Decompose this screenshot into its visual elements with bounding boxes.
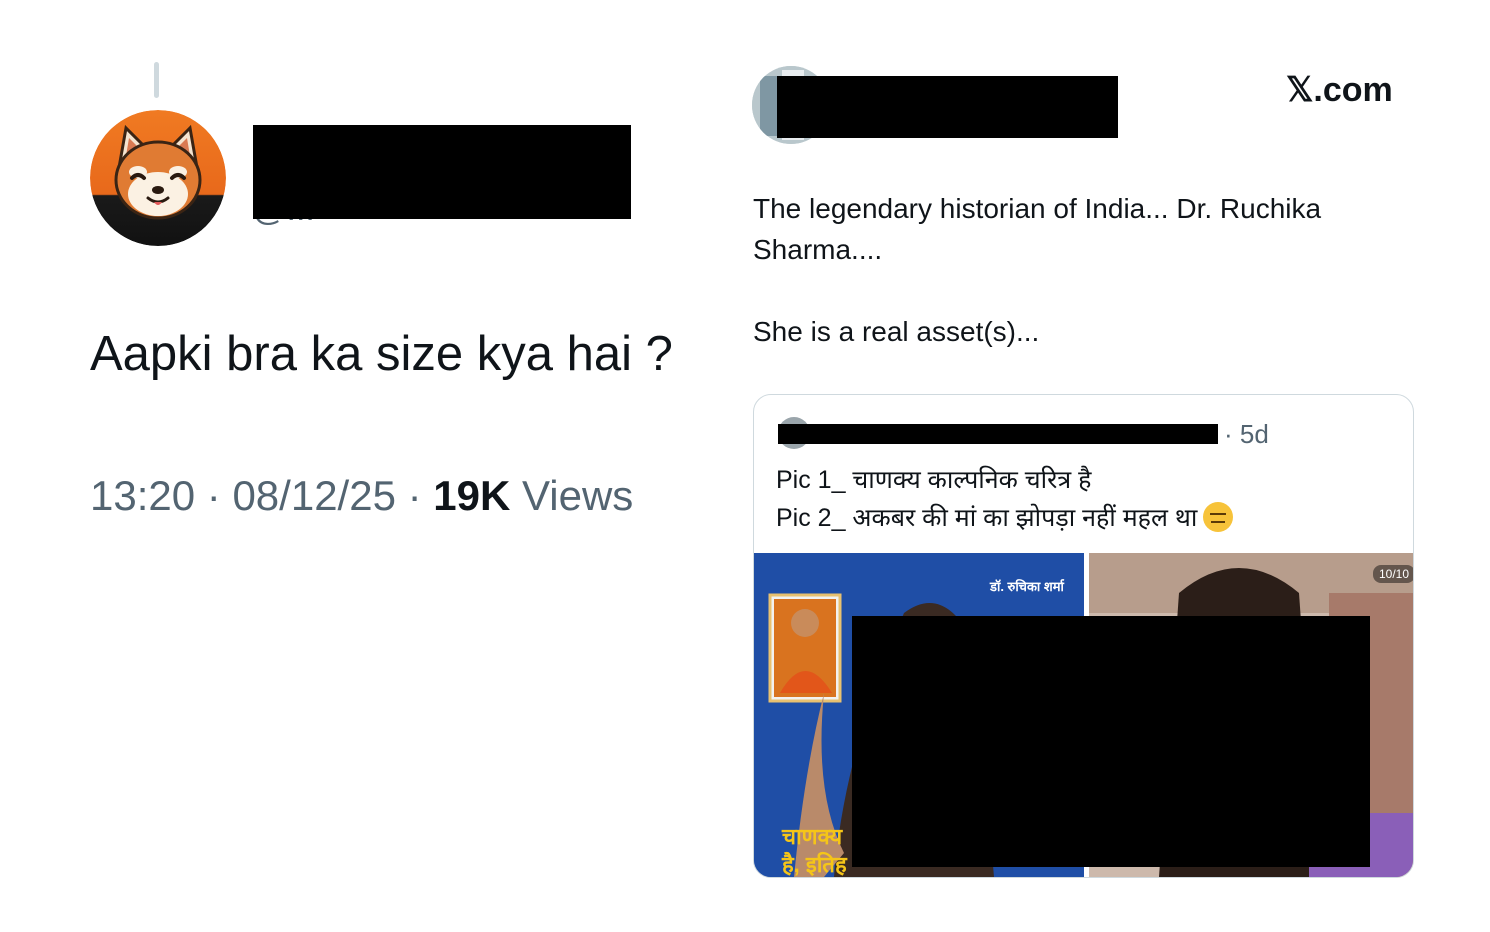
- tweet-text: Aapki bra ka size kya hai ?: [90, 327, 673, 381]
- media-counter-badge: 10/10: [1373, 565, 1413, 583]
- quoted-tweet-card[interactable]: · 5d Pic 1_ चाणक्य काल्पनिक चरित्र है Pi…: [753, 394, 1414, 878]
- views-label[interactable]: Views: [522, 472, 633, 519]
- tweet-text-line: The legendary historian of India... Dr. …: [753, 193, 1322, 224]
- quote-timestamp[interactable]: · 5d: [1224, 419, 1269, 450]
- redaction-box: [852, 616, 1370, 867]
- media-caption: है, इतिह: [782, 852, 847, 877]
- x-logo-watermark: 𝕏.com: [1286, 71, 1393, 109]
- thread-connector-line: [154, 62, 159, 98]
- expressionless-face-icon: [1203, 502, 1234, 532]
- media-caption: चाणक्य: [782, 824, 843, 849]
- tweet-meta: 13:20 · 08/12/25 · 19K Views: [90, 472, 633, 520]
- meta-separator: ·: [407, 472, 422, 519]
- quote-text-line: Pic 1_ चाणक्य काल्पनिक चरित्र है: [776, 466, 1092, 494]
- views-count[interactable]: 19K: [433, 472, 510, 519]
- tweet-text-line: She is a real asset(s)...: [753, 316, 1040, 347]
- shiba-avatar-icon: [90, 110, 226, 246]
- tweet-date[interactable]: 08/12/25: [232, 472, 396, 519]
- redaction-box: [778, 424, 1218, 444]
- quote-text-line: Pic 2_ अकबर की मां का झोपड़ा नहीं महल था: [776, 504, 1198, 532]
- meta-separator: ·: [206, 472, 221, 519]
- redaction-box: [777, 76, 1118, 138]
- quote-text-line-with-emoji: Pic 2_ अकबर की मां का झोपड़ा नहीं महल था: [776, 499, 1234, 537]
- avatar[interactable]: [90, 110, 226, 246]
- tweet-time[interactable]: 13:20: [90, 472, 195, 519]
- redaction-box: [253, 125, 631, 219]
- media-source-label: डॉ. रुचिका शर्मा: [990, 579, 1064, 594]
- tweet-text-line: Sharma....: [753, 234, 883, 265]
